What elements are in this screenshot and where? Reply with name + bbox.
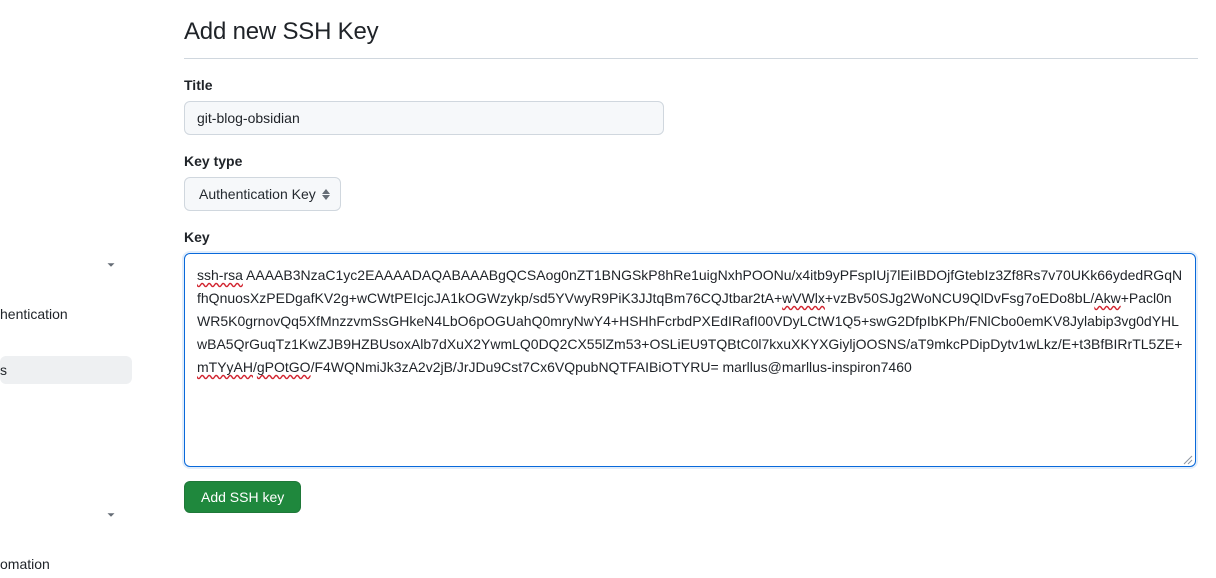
page-title: Add new SSH Key bbox=[184, 18, 1198, 59]
add-ssh-key-button[interactable]: Add SSH key bbox=[184, 481, 301, 513]
sidebar-item-label: hentication bbox=[0, 306, 68, 322]
sidebar-item-automation[interactable]: omation bbox=[0, 550, 132, 578]
main-content: Add new SSH Key Title Key type Authentic… bbox=[184, 18, 1198, 513]
key-label: Key bbox=[184, 229, 1198, 245]
key-textarea[interactable]: ssh-rsa AAAAB3NzaC1yc2EAAAADAQABAAABgQCS… bbox=[184, 253, 1196, 467]
title-input[interactable] bbox=[184, 101, 664, 135]
keytype-selected-value: Authentication Key bbox=[199, 186, 316, 202]
key-textarea-content: ssh-rsa AAAAB3NzaC1yc2EAAAADAQABAAABgQCS… bbox=[197, 264, 1183, 379]
field-group-title: Title bbox=[184, 77, 1198, 135]
chevron-down-icon[interactable] bbox=[104, 258, 118, 272]
title-label: Title bbox=[184, 77, 1198, 93]
sidebar-item-label: s bbox=[0, 362, 7, 378]
keytype-label: Key type bbox=[184, 153, 1198, 169]
sidebar: hentication s omation bbox=[0, 0, 132, 567]
field-group-keytype: Key type Authentication Key bbox=[184, 153, 1198, 211]
sidebar-item-keys[interactable]: s bbox=[0, 356, 132, 384]
sidebar-item-authentication[interactable]: hentication bbox=[0, 300, 132, 328]
field-group-key: Key ssh-rsa AAAAB3NzaC1yc2EAAAADAQABAAAB… bbox=[184, 229, 1198, 467]
resize-grip-icon[interactable] bbox=[1181, 452, 1193, 464]
chevron-down-icon[interactable] bbox=[104, 508, 118, 522]
select-caret-icon bbox=[322, 189, 330, 200]
keytype-select[interactable]: Authentication Key bbox=[184, 177, 341, 211]
sidebar-item-label: omation bbox=[0, 556, 50, 572]
